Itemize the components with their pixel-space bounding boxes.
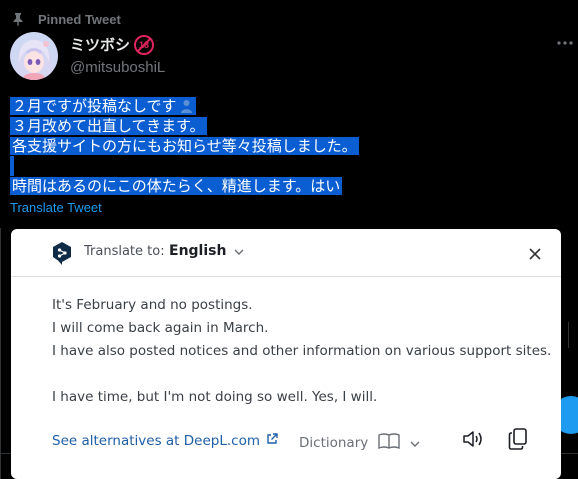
age-restriction-icon: 18 (134, 34, 155, 55)
speaker-button[interactable] (461, 429, 485, 453)
dictionary-label: Dictionary (299, 435, 369, 451)
deepl-logo-icon (51, 241, 73, 265)
tweet-text[interactable]: ２月ですが投稿なしです ３月改めて出直してきます。 各支援サイトの方にもお知らせ… (10, 96, 359, 196)
display-name[interactable]: ミツボシ 18 (70, 34, 165, 55)
pin-icon (10, 11, 26, 27)
close-button[interactable] (525, 244, 545, 264)
translation-line: I have also posted notices and other inf… (52, 343, 552, 359)
tweet-line: 各支援サイトの方にもお知らせ等々投稿しました。 (10, 137, 359, 155)
pinned-label: Pinned Tweet (38, 11, 121, 27)
tweet-line: ２月ですが投稿なしです (10, 96, 359, 116)
translation-line: I have time, but I'm not doing so well. … (52, 389, 378, 405)
timeline-border-right (568, 322, 569, 348)
translation-line-empty (52, 363, 551, 386)
dictionary-button[interactable]: Dictionary (299, 433, 420, 453)
see-alternatives-label: See alternatives at DeepL.com (52, 433, 260, 449)
translation-line: I will come back again in March. (52, 320, 269, 336)
person-emoji-icon (179, 98, 194, 113)
tweet-author[interactable]: ミツボシ 18 @mitsuboshiL (70, 34, 165, 76)
translation-line: It's February and no postings. (52, 297, 253, 313)
chevron-down-icon (234, 243, 244, 259)
more-icon[interactable] (556, 36, 574, 50)
translation-popup: Translate to: English It's February and … (11, 229, 561, 479)
book-icon (378, 433, 400, 453)
chevron-down-icon (410, 435, 420, 451)
copy-button[interactable] (506, 428, 530, 454)
external-link-icon (266, 433, 278, 449)
user-handle[interactable]: @mitsuboshiL (70, 59, 165, 76)
pinned-header: Pinned Tweet (10, 9, 121, 29)
translate-tweet-link[interactable]: Translate Tweet (10, 200, 102, 215)
speaker-icon (462, 430, 484, 452)
popup-footer: See alternatives at DeepL.com Dictionary (11, 427, 561, 457)
tweet-line-empty (10, 156, 359, 176)
tweet-line: ３月改めて出直してきます。 (10, 117, 207, 135)
avatar[interactable] (10, 32, 58, 80)
translate-to-label: Translate to: (84, 244, 165, 259)
target-language-select[interactable]: English (169, 243, 244, 259)
translation-text[interactable]: It's February and no postings. I will co… (52, 294, 551, 409)
popup-header: Translate to: English (11, 229, 561, 277)
tweet-line: 時間はあるのにこの体たらく、精進します。はい (10, 177, 343, 195)
copy-icon (508, 428, 528, 454)
timeline-border-left (0, 228, 1, 479)
close-icon (529, 245, 541, 264)
see-alternatives-link[interactable]: See alternatives at DeepL.com (52, 433, 278, 449)
display-name-text: ミツボシ (70, 37, 131, 54)
target-language-value: English (169, 243, 227, 259)
